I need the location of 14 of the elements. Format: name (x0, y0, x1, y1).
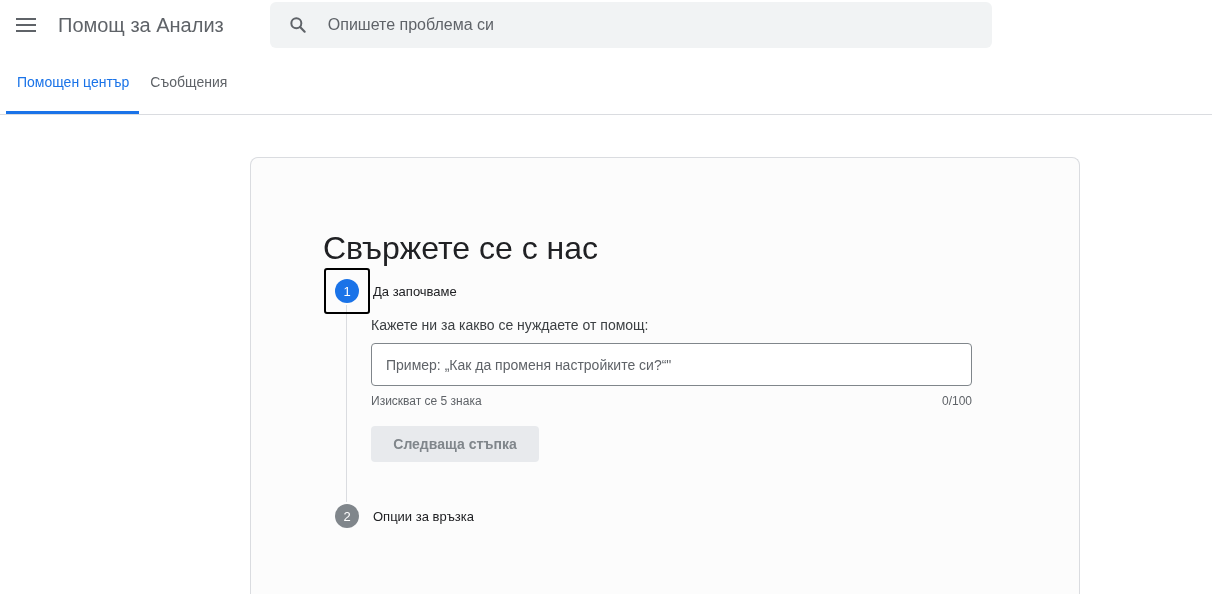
step-label: Да започваме (373, 283, 457, 299)
character-counter: 0/100 (941, 394, 972, 408)
search-field[interactable]: Опишете проблема си (269, 2, 992, 48)
tab[interactable]: Съобщения (139, 50, 238, 114)
hint-text: Изискват се 5 знака (371, 394, 482, 408)
step-number: 2 (335, 504, 359, 528)
page-heading: Свържете се с нас (323, 230, 599, 267)
search-icon (287, 15, 308, 35)
app-title: Помощ за Анализ (58, 13, 224, 37)
field-label: Кажете ни за какво се нуждаете от помощ: (371, 317, 650, 333)
menu-icon[interactable] (16, 18, 36, 32)
step-label: Опции за връзка (373, 508, 474, 524)
question-field[interactable]: Пример: „Как да променя настройките си?“" (371, 343, 972, 386)
step-number: 1 (335, 279, 359, 303)
